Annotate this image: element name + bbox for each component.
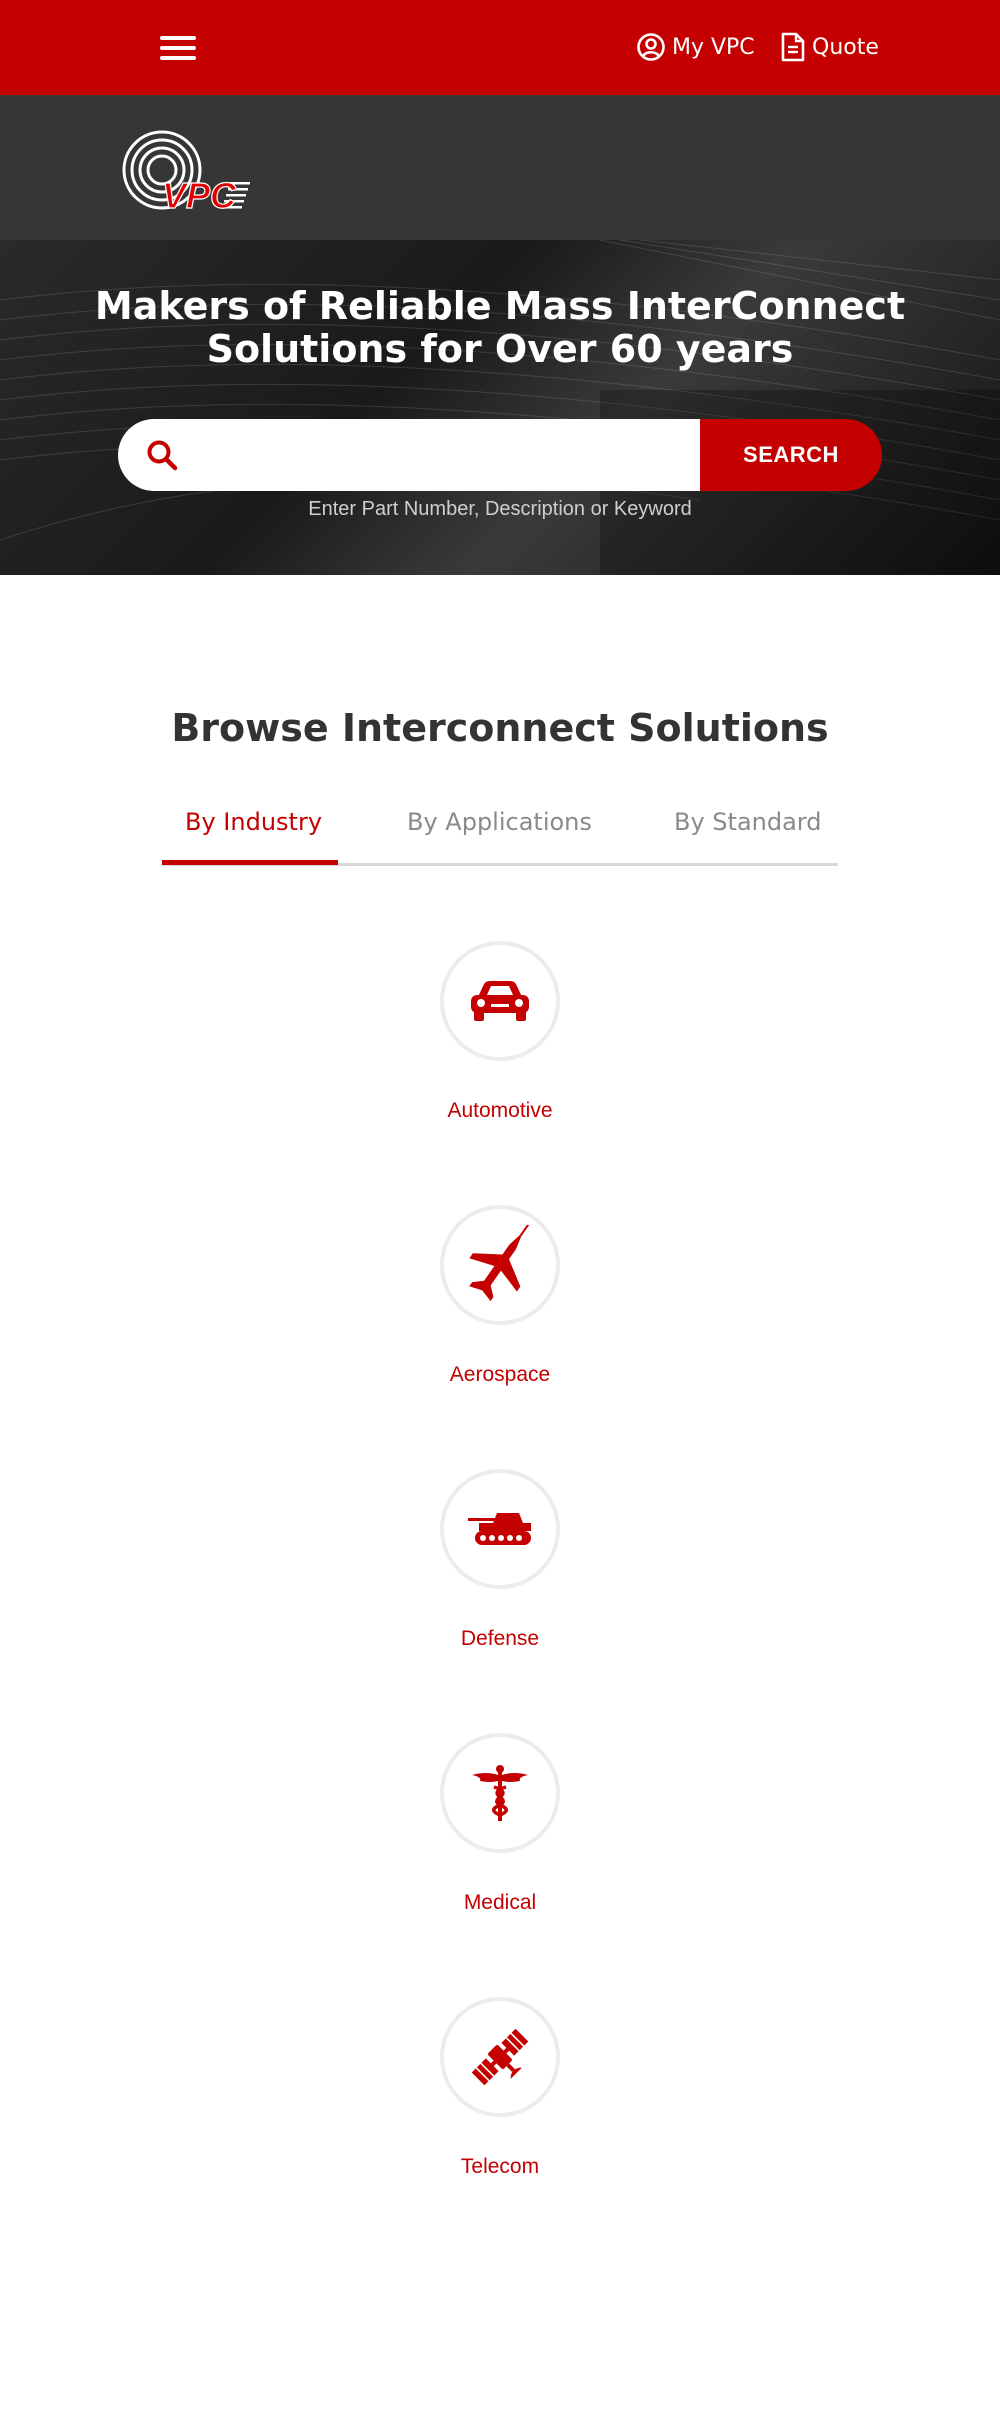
search-input[interactable] <box>198 435 678 475</box>
search-button[interactable]: SEARCH <box>700 419 882 491</box>
tab-by-industry[interactable]: By Industry <box>185 808 322 836</box>
jet-icon <box>469 1225 530 1302</box>
hero-title: Makers of Reliable Mass InterConnect Sol… <box>0 285 1000 371</box>
industry-defense[interactable]: Defense <box>0 1469 1000 1669</box>
industry-icon-circle <box>440 1469 560 1589</box>
industry-label: Automotive <box>447 1099 553 1122</box>
industry-label: Medical <box>463 1891 537 1914</box>
industry-icon-circle <box>440 941 560 1061</box>
industry-icon-circle <box>440 1733 560 1853</box>
car-icon <box>471 981 529 1021</box>
search-bar: SEARCH <box>118 419 882 491</box>
industry-icon-circle <box>440 1997 560 2117</box>
quote-label: Quote <box>812 34 879 60</box>
document-icon <box>781 32 805 62</box>
tab-by-standard[interactable]: By Standard <box>674 808 821 836</box>
hero-title-line2: Solutions for Over 60 years <box>206 327 794 371</box>
satellite-icon <box>471 2028 529 2086</box>
caduceus-icon <box>472 1765 528 1821</box>
hero-banner: Makers of Reliable Mass InterConnect Sol… <box>0 240 1000 575</box>
active-tab-indicator <box>162 860 338 865</box>
quote-link[interactable]: Quote <box>780 32 879 62</box>
industry-automotive[interactable]: Automotive <box>0 941 1000 1141</box>
industry-label: Defense <box>460 1627 540 1650</box>
industry-icon-circle <box>440 1205 560 1325</box>
my-vpc-link[interactable]: My VPC <box>636 32 755 62</box>
top-bar: My VPC Quote <box>0 0 1000 95</box>
vpc-logo[interactable]: VPC <box>118 128 253 218</box>
search-box[interactable] <box>118 419 700 491</box>
user-circle-icon <box>637 33 665 61</box>
tank-icon <box>468 1513 531 1545</box>
tab-by-applications[interactable]: By Applications <box>407 808 592 836</box>
industry-aerospace[interactable]: Aerospace <box>0 1205 1000 1405</box>
my-vpc-label: My VPC <box>672 34 755 60</box>
industry-medical[interactable]: Medical <box>0 1733 1000 1933</box>
svg-text:VPC: VPC <box>162 175 237 216</box>
browse-title: Browse Interconnect Solutions <box>171 706 829 750</box>
search-hint: Enter Part Number, Description or Keywor… <box>308 498 692 520</box>
search-icon <box>147 440 178 471</box>
industry-label: Aerospace <box>449 1363 551 1386</box>
industry-telecom[interactable]: Telecom <box>0 1997 1000 2197</box>
browse-tabs: By Industry By Applications By Standard <box>162 800 838 866</box>
hamburger-icon[interactable] <box>160 36 196 60</box>
industry-label: Telecom <box>460 2155 540 2178</box>
hero-title-line1: Makers of Reliable Mass InterConnect <box>94 284 906 328</box>
